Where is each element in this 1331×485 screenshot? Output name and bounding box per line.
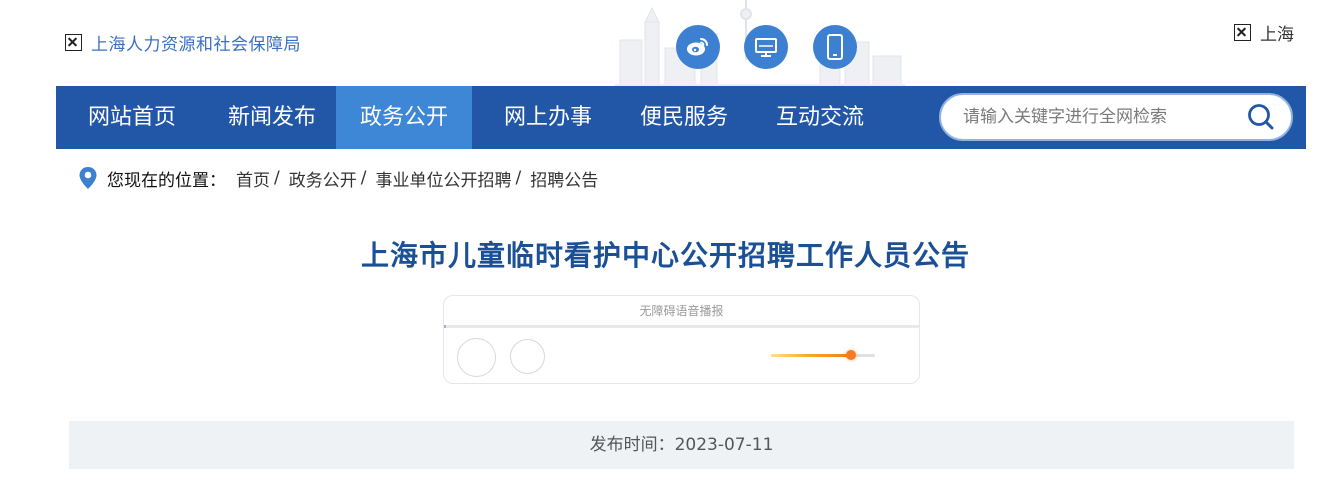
breadcrumb-label: 您现在的位置：: [107, 170, 226, 191]
nav-item-home[interactable]: 网站首页: [68, 86, 196, 149]
breadcrumb: 您现在的位置： 首页 / 政务公开 / 事业单位公开招聘 / 招聘公告: [78, 165, 598, 191]
search-input[interactable]: [963, 95, 1233, 139]
location-pin-icon: [79, 167, 97, 189]
breadcrumb-recruitment-notice[interactable]: 招聘公告: [530, 166, 598, 191]
volume-fill: [771, 354, 852, 357]
playback-progress-fill: [444, 325, 446, 328]
breadcrumb-separator: /: [515, 168, 522, 188]
breadcrumb-separator: /: [274, 168, 280, 188]
audio-player: 无障碍语音播报: [443, 295, 920, 384]
weibo-icon: [687, 38, 708, 56]
nav-item-government-affairs[interactable]: 政务公开: [336, 86, 472, 149]
site-header: 上海人力资源和社会保障局 上海: [0, 0, 1331, 86]
playback-progress-bar[interactable]: [444, 325, 919, 328]
nav-item-public-services[interactable]: 便民服务: [620, 86, 748, 149]
search-box: [939, 93, 1293, 141]
mobile-button[interactable]: [813, 25, 857, 69]
broken-image-icon: [65, 34, 82, 51]
region-label: 上海: [1260, 25, 1294, 45]
breadcrumb-home[interactable]: 首页: [236, 166, 270, 191]
play-button[interactable]: [457, 338, 496, 377]
desktop-button[interactable]: [744, 25, 788, 69]
site-logo-text: 上海人力资源和社会保障局: [91, 35, 301, 55]
volume-knob[interactable]: [846, 350, 857, 360]
region-selector[interactable]: 上海: [1234, 20, 1294, 45]
weibo-button[interactable]: [676, 25, 720, 69]
search-button[interactable]: [1246, 102, 1276, 132]
search-icon: [1248, 104, 1274, 130]
site-logo[interactable]: 上海人力资源和社会保障局: [65, 30, 301, 55]
breadcrumb-separator: /: [360, 168, 367, 188]
publish-date-bar: 发布时间：2023-07-11: [69, 421, 1294, 469]
desktop-icon: [755, 38, 777, 57]
stop-button[interactable]: [510, 339, 545, 374]
nav-item-online-services[interactable]: 网上办事: [484, 86, 612, 149]
audio-player-title: 无障碍语音播报: [639, 304, 724, 318]
broken-image-icon: [1234, 24, 1251, 41]
article-title: 上海市儿童临时看护中心公开招聘工作人员公告: [360, 239, 970, 272]
breadcrumb-government-affairs[interactable]: 政务公开: [289, 166, 357, 191]
nav-item-news[interactable]: 新闻发布: [208, 86, 336, 149]
nav-item-interaction[interactable]: 互动交流: [756, 86, 884, 149]
volume-slider[interactable]: [771, 350, 875, 360]
mobile-icon: [827, 34, 843, 60]
breadcrumb-public-recruitment[interactable]: 事业单位公开招聘: [375, 166, 511, 191]
main-nav: 网站首页 新闻发布 政务公开 网上办事 便民服务 互动交流: [56, 86, 1306, 149]
publish-date: 发布时间：2023-07-11: [589, 435, 774, 455]
